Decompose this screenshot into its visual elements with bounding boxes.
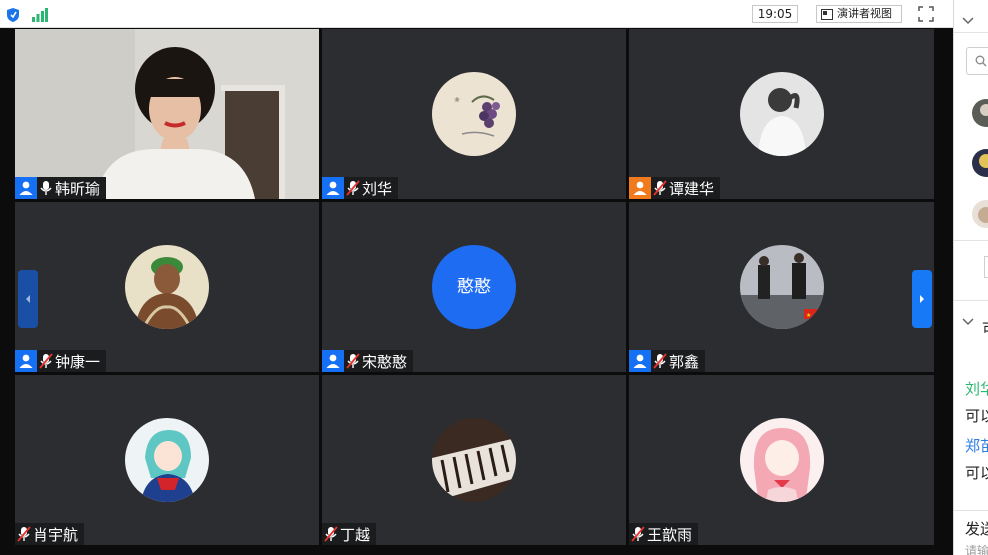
bottom-strip xyxy=(0,545,953,555)
divider xyxy=(954,240,988,241)
meeting-toolbar: 19:05 演讲者视图 xyxy=(0,0,953,28)
participant-label: 肖宇航 xyxy=(15,523,85,545)
presenter-view-button[interactable]: 演讲者视图 xyxy=(816,5,902,23)
next-page-button[interactable] xyxy=(912,270,932,328)
host-badge xyxy=(629,350,651,372)
host-badge xyxy=(322,350,344,372)
meeting-clock: 19:05 xyxy=(752,5,798,23)
participant-label: 钟康一 xyxy=(15,350,107,372)
person-icon xyxy=(633,181,647,195)
person-icon xyxy=(19,354,33,368)
previous-page-button[interactable] xyxy=(18,270,38,328)
avatar xyxy=(739,418,824,502)
microphone-muted-icon xyxy=(653,180,667,196)
chevron-right-icon xyxy=(920,295,924,303)
person-icon xyxy=(326,354,340,368)
member-action-box[interactable] xyxy=(984,256,988,278)
avatar xyxy=(432,418,516,502)
chat-message: 可以 xyxy=(982,318,988,339)
person-icon xyxy=(19,181,33,195)
participant-label: 丁越 xyxy=(322,523,377,545)
cohost-badge xyxy=(629,177,651,199)
video-tile[interactable]: ★ 郭鑫 xyxy=(629,202,934,372)
participant-name: 钟康一 xyxy=(55,352,101,371)
video-tile[interactable]: 憨憨 宋憨憨 xyxy=(322,202,626,372)
video-tile[interactable]: ❀ 刘华 xyxy=(322,29,626,199)
participant-name: 王歆雨 xyxy=(647,525,693,544)
person-icon xyxy=(633,354,647,368)
person-icon xyxy=(326,181,340,195)
collapse-members-icon[interactable] xyxy=(962,10,974,29)
video-tile[interactable]: 谭建华 xyxy=(629,29,934,199)
microphone-muted-icon xyxy=(17,526,31,542)
divider xyxy=(954,32,988,33)
member-avatar[interactable] xyxy=(972,99,988,127)
presenter-view-label: 演讲者视图 xyxy=(837,7,892,20)
video-tile[interactable]: 韩昕瑜 xyxy=(15,29,319,199)
chat-message: 可以 xyxy=(965,464,988,482)
divider xyxy=(954,510,988,511)
chat-message: 可以 xyxy=(965,407,988,425)
presenter-view-icon xyxy=(821,9,833,20)
video-tile[interactable]: 王歆雨 xyxy=(629,375,934,545)
participant-label: 韩昕瑜 xyxy=(15,177,107,199)
member-avatar[interactable] xyxy=(972,200,988,228)
microphone-muted-icon xyxy=(39,353,53,369)
participant-label: 郭鑫 xyxy=(629,350,706,372)
participant-name: 郭鑫 xyxy=(669,352,700,371)
participant-name: 谭建华 xyxy=(669,179,715,198)
member-avatar[interactable] xyxy=(972,149,988,177)
svg-text:❀: ❀ xyxy=(454,96,460,104)
fullscreen-icon[interactable] xyxy=(918,6,934,26)
svg-text:★: ★ xyxy=(806,312,811,319)
collapse-chat-icon[interactable] xyxy=(962,311,974,330)
participant-name: 丁越 xyxy=(340,525,371,544)
chevron-left-icon xyxy=(26,295,30,303)
microphone-muted-icon xyxy=(653,353,667,369)
divider xyxy=(954,300,988,301)
video-grid: 韩昕瑜 ❀ 刘华 谭建华 钟康一 憨憨 宋憨憨 ★ 郭鑫 肖宇航 丁越 王歆雨 xyxy=(14,28,935,545)
host-badge xyxy=(322,177,344,199)
host-badge xyxy=(15,177,37,199)
participant-name: 刘华 xyxy=(362,179,393,198)
participant-name: 宋憨憨 xyxy=(362,352,408,371)
video-tile[interactable]: 丁越 xyxy=(322,375,626,545)
participant-label: 宋憨憨 xyxy=(322,350,414,372)
participant-label: 谭建华 xyxy=(629,177,721,199)
participant-video xyxy=(15,29,319,199)
chat-sender: 刘华 xyxy=(965,380,988,398)
microphone-muted-icon xyxy=(346,180,360,196)
host-badge xyxy=(15,350,37,372)
video-tile[interactable]: 钟康一 xyxy=(15,202,319,372)
avatar xyxy=(125,245,209,329)
avatar: ❀ xyxy=(432,72,516,156)
side-panel: 可以 刘华 可以 郑苗 可以 发送 请输 xyxy=(953,0,988,555)
search-icon xyxy=(975,55,987,67)
avatar xyxy=(125,418,209,502)
network-signal-icon[interactable] xyxy=(32,7,48,26)
participant-name: 肖宇航 xyxy=(33,525,79,544)
text-avatar: 憨憨 xyxy=(432,245,516,329)
participant-label: 刘华 xyxy=(322,177,399,199)
microphone-icon xyxy=(40,181,52,195)
chat-input-hint[interactable]: 请输 xyxy=(965,542,988,555)
microphone-muted-icon xyxy=(631,526,645,542)
participant-name: 韩昕瑜 xyxy=(55,179,101,198)
participant-label: 王歆雨 xyxy=(629,523,699,545)
send-label[interactable]: 发送 xyxy=(965,518,988,539)
security-shield-icon[interactable] xyxy=(7,7,19,26)
chat-sender: 郑苗 xyxy=(965,437,988,455)
member-search-input[interactable] xyxy=(966,47,988,75)
microphone-muted-icon xyxy=(346,353,360,369)
avatar xyxy=(739,72,824,156)
microphone-muted-icon xyxy=(324,526,338,542)
video-tile[interactable]: 肖宇航 xyxy=(15,375,319,545)
avatar: ★ xyxy=(739,245,824,329)
